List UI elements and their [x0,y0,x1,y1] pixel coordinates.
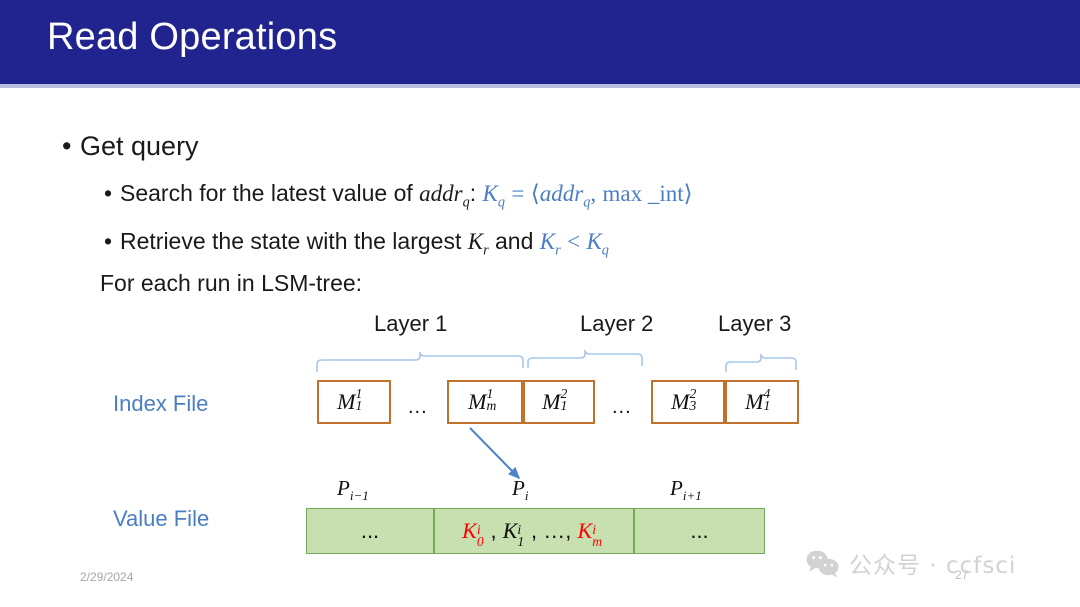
partition-symbol: P [670,476,683,500]
key-separator: , [531,518,544,543]
index-row-ellipsis: ... [612,396,632,418]
value-partition-label: Pi [512,476,529,504]
layer-3-brace [725,353,797,372]
index-row-ellipsis: ... [408,396,428,418]
watermark-text: 公众号 · ccfsci [849,553,1017,579]
index-file-label: Index File [113,391,209,416]
key-separator: , [565,518,578,543]
sub1-comma: , [590,181,597,206]
layer-1-label: Layer 1 [374,311,448,336]
layer-1-brace [316,351,524,372]
sub2-ineq-kq-subscript: q [601,242,609,259]
index-box-symbol: M [542,389,561,414]
index-box-symbol: M [468,389,487,414]
layer-2-brace [527,349,643,368]
partition-subscript: i [524,488,529,504]
value-cell: Ki0, Ki1, …, Kim [434,508,634,554]
sub2-ineq-kq: K [586,229,602,254]
key-separator: , [490,518,503,543]
wechat-icon [806,550,839,577]
bullet-retrieve-state: • Retrieve the state with the largest Kr … [104,228,609,258]
partition-subscript: i−1 [349,488,369,504]
partition-symbol: P [337,476,350,500]
partition-symbol: P [512,476,525,500]
index-box: M41 [725,380,799,424]
sub1-formula-k-subscript: q [497,194,505,211]
sub2-kr: K [467,229,484,254]
partition-subscript: i+1 [682,488,702,504]
sub1-maxint: max _int [602,181,684,206]
index-box: M21 [523,380,595,424]
index-box: M11 [317,380,391,424]
bullet-search-latest-value: • Search for the latest value of addrq: K… [104,180,693,210]
sub2-less-than: < [567,229,581,254]
value-cell: ... [306,508,434,554]
value-partition-label: Pi−1 [337,476,369,504]
sub1-angle-open: ⟨ [530,181,540,206]
value-cell: ... [634,508,765,554]
page-title: Read Operations [47,16,338,58]
watermark: 公众号 · ccfsci [806,546,1016,580]
bullet-get-query: • Get query [62,131,199,162]
index-box-symbol: M [337,389,356,414]
for-each-run-line: For each run in LSM-tree: [100,270,363,296]
sub2-text: Retrieve the state with the largest [120,228,468,254]
sub1-equals: = [511,181,525,206]
sub1-formula-addr: addr [539,181,584,206]
presentation-slide: Read Operations • Get query • Search for t… [0,0,1080,607]
sub2-ineq-kr-subscript: r [555,242,561,259]
sub1-colon: : [469,180,477,206]
index-box: M23 [651,380,725,424]
bullet-dot: • [104,180,113,206]
value-key-symbol: K [577,518,593,543]
bullet-get-query-label: Get query [80,131,199,161]
layer-3-label: Layer 3 [718,311,792,336]
footer-date: 2/29/2024 [80,570,134,584]
sub1-angle-close: ⟩ [683,181,693,206]
index-box-symbol: M [745,389,764,414]
value-key-symbol: K [502,518,518,543]
sub1-formula-k: K [482,181,498,206]
sub2-ineq-kr: K [539,229,556,254]
value-file-label: Value File [113,506,210,531]
value-cell-ellipsis: ... [690,518,709,543]
pointer-arrow [469,427,521,480]
bullet-dot: • [104,228,113,254]
value-partition-label: Pi+1 [670,476,702,504]
sub1-addr-subscript: q [462,194,470,211]
sub1-addr: addr [419,181,463,206]
key-middle-ellipsis: … [543,518,566,543]
bullet-dot: • [62,131,72,161]
value-key-symbol: K [462,518,477,543]
value-cell-ellipsis: ... [360,518,380,543]
title-underline [0,84,1080,88]
index-box-symbol: M [671,389,690,414]
layer-2-label: Layer 2 [580,311,654,336]
sub2-and: and [488,228,540,254]
value-cell-keys: Ki0, Ki1, …, Kim [462,518,603,550]
index-box: M1m [447,380,523,424]
sub1-text: Search for the latest value of [120,180,420,206]
